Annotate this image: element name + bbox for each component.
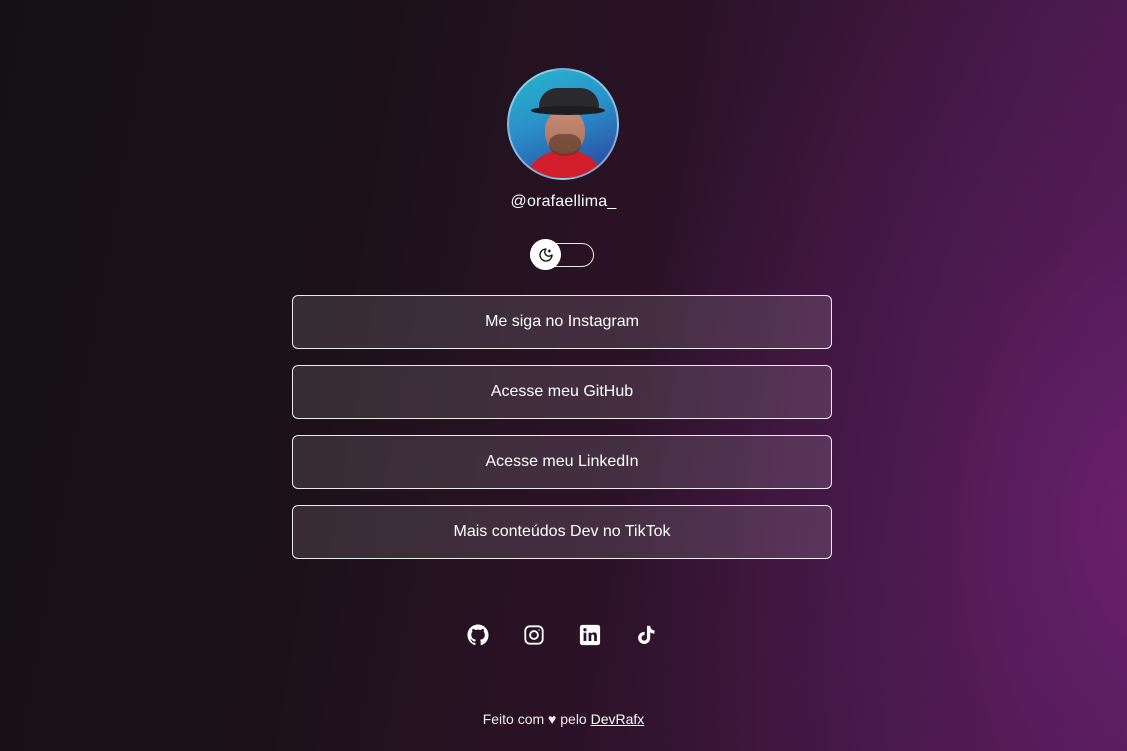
instagram-icon[interactable] bbox=[522, 623, 546, 647]
tiktok-link-button[interactable]: Mais conteúdos Dev no TikTok bbox=[292, 505, 832, 559]
theme-toggle-knob[interactable] bbox=[530, 239, 561, 270]
avatar bbox=[507, 68, 619, 180]
links-list: Me siga no Instagram Acesse meu GitHub A… bbox=[292, 295, 832, 575]
footer: Feito com ♥ pelo DevRafx bbox=[0, 711, 1127, 727]
username: @orafaellima_ bbox=[510, 193, 617, 210]
footer-text: Feito com ♥ pelo bbox=[482, 711, 587, 727]
linkedin-icon[interactable] bbox=[578, 623, 602, 647]
avatar-beard bbox=[549, 134, 581, 156]
github-icon[interactable] bbox=[466, 623, 490, 647]
theme-toggle[interactable] bbox=[530, 239, 594, 270]
social-icons bbox=[466, 623, 666, 647]
github-link-button[interactable]: Acesse meu GitHub bbox=[292, 365, 832, 419]
linkedin-link-button[interactable]: Acesse meu LinkedIn bbox=[292, 435, 832, 489]
author-link[interactable]: DevRafx bbox=[591, 711, 645, 727]
link-tree-page: @orafaellima_ Me siga no Instagram Acess… bbox=[0, 0, 1127, 751]
instagram-link-button[interactable]: Me siga no Instagram bbox=[292, 295, 832, 349]
avatar-hat-brim bbox=[531, 106, 605, 115]
tiktok-icon[interactable] bbox=[634, 623, 658, 647]
moon-icon bbox=[538, 247, 553, 262]
